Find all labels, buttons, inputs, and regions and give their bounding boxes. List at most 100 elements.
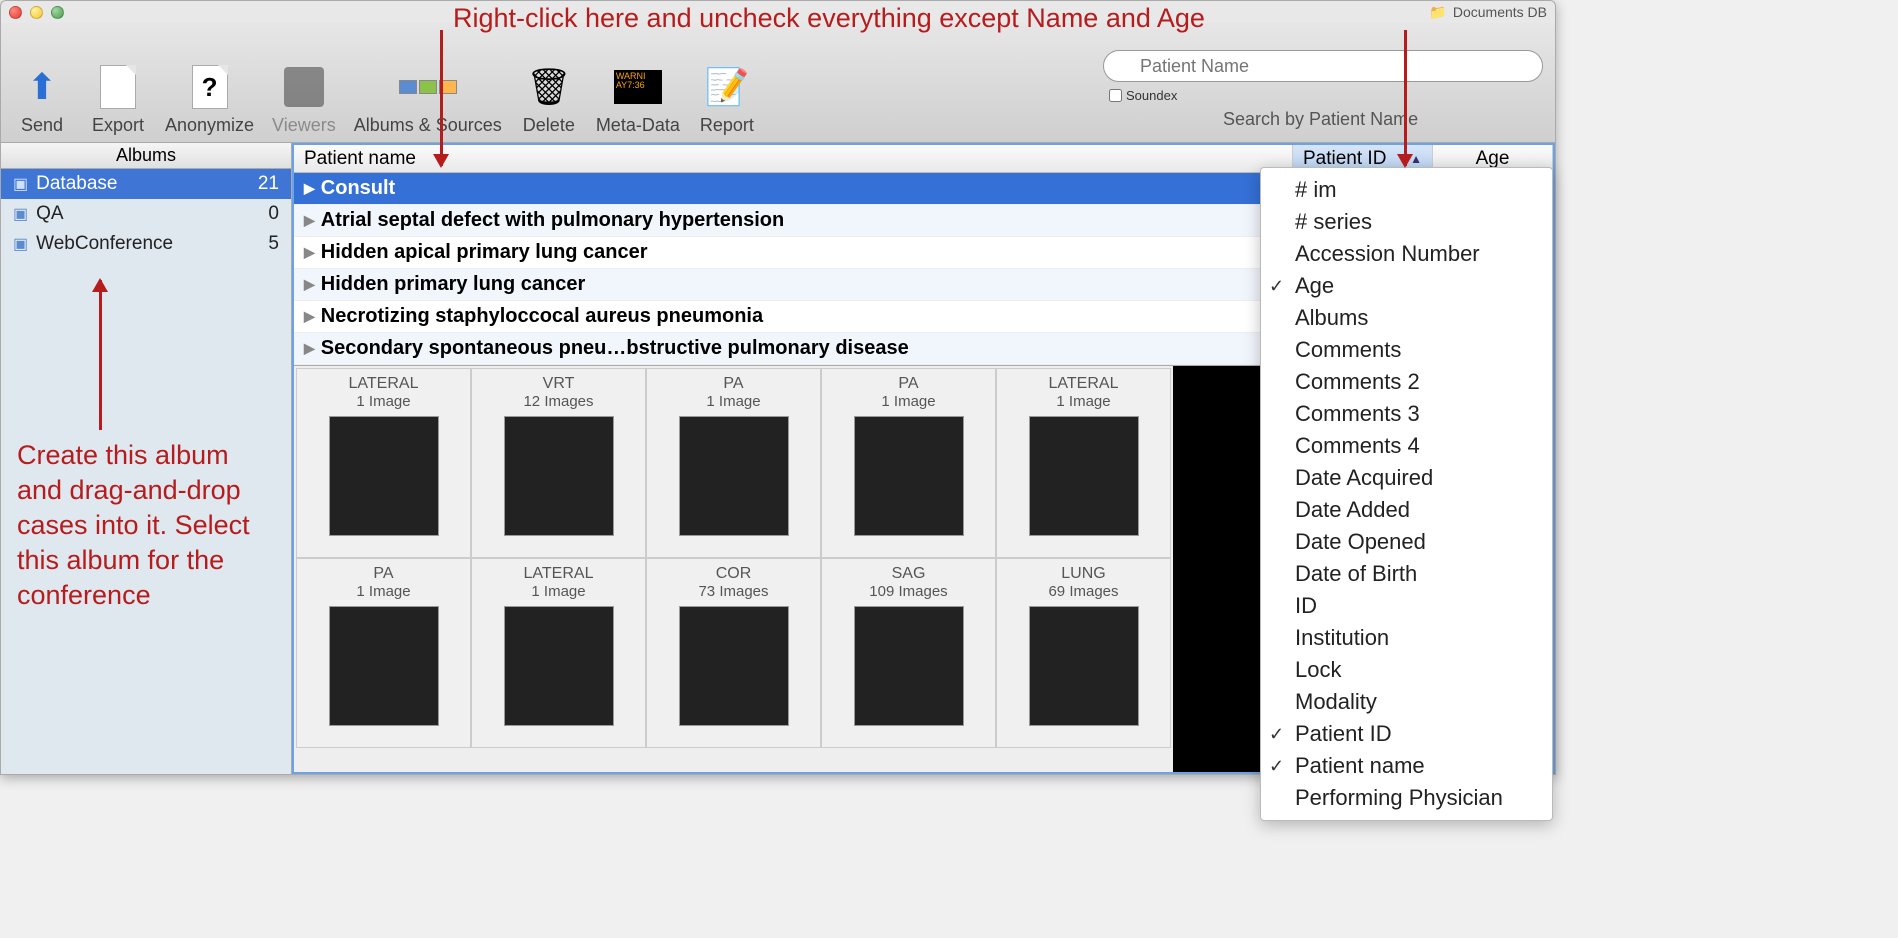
- close-window-button[interactable]: [9, 6, 22, 19]
- export-label: Export: [92, 115, 144, 136]
- metadata-button[interactable]: WARNIAY7:36 Meta-Data: [596, 63, 680, 136]
- thumb-subtitle: 1 Image: [881, 393, 935, 410]
- disclosure-icon[interactable]: ▶: [304, 340, 315, 357]
- thumb-title: LATERAL: [524, 565, 594, 583]
- thumbnail[interactable]: COR73 Images: [646, 558, 821, 748]
- albums-sources-button[interactable]: Albums & Sources: [354, 63, 502, 136]
- minimize-window-button[interactable]: [30, 6, 43, 19]
- folder-icon: ▣: [13, 234, 28, 254]
- menu-item-label: # im: [1295, 177, 1337, 203]
- menu-item-label: Accession Number: [1295, 241, 1480, 267]
- disclosure-icon[interactable]: ▶: [304, 244, 315, 261]
- thumb-title: PA: [373, 565, 393, 583]
- viewers-button[interactable]: Viewers: [272, 63, 336, 136]
- thumb-subtitle: 1 Image: [1056, 393, 1110, 410]
- menu-item-comments-2[interactable]: Comments 2: [1261, 366, 1552, 398]
- menu-item-label: Institution: [1295, 625, 1389, 651]
- viewers-label: Viewers: [272, 115, 336, 136]
- thumb-subtitle: 12 Images: [523, 393, 593, 410]
- delete-button[interactable]: 🗑 Delete: [520, 63, 578, 136]
- menu-item-lock[interactable]: Lock: [1261, 654, 1552, 686]
- albums-icon: [404, 63, 452, 111]
- thumb-image: [679, 416, 789, 536]
- soundex-checkbox[interactable]: Soundex: [1103, 88, 1177, 103]
- check-icon: ✓: [1269, 724, 1284, 745]
- question-icon: ?: [186, 63, 234, 111]
- zoom-window-button[interactable]: [51, 6, 64, 19]
- thumb-image: [1029, 606, 1139, 726]
- annotation-arrow-columns: [440, 30, 443, 166]
- menu-item-label: Date of Birth: [1295, 561, 1417, 587]
- menu-item-label: Patient ID: [1295, 721, 1392, 747]
- menu-item--im[interactable]: # im: [1261, 174, 1552, 206]
- menu-item-comments-4[interactable]: Comments 4: [1261, 430, 1552, 462]
- sidebar-item-webconference[interactable]: ▣WebConference5: [1, 229, 291, 259]
- export-button[interactable]: Export: [89, 63, 147, 136]
- disclosure-icon[interactable]: ▶: [304, 276, 315, 293]
- folder-icon: 📁: [1429, 4, 1446, 21]
- menu-item-date-opened[interactable]: Date Opened: [1261, 526, 1552, 558]
- menu-item-label: Date Added: [1295, 497, 1410, 523]
- sidebar-item-count: 21: [258, 173, 279, 195]
- menu-item-comments[interactable]: Comments: [1261, 334, 1552, 366]
- thumb-title: COR: [716, 565, 752, 583]
- thumb-title: LUNG: [1061, 565, 1105, 583]
- cell-name: ▶Secondary spontaneous pneu…bstructive p…: [294, 337, 1293, 360]
- menu-item-albums[interactable]: Albums: [1261, 302, 1552, 334]
- menu-item-label: Performing Physician: [1295, 785, 1503, 811]
- thumbnail[interactable]: LATERAL1 Image: [471, 558, 646, 748]
- sidebar-item-label: WebConference: [36, 233, 173, 255]
- search-input[interactable]: [1103, 50, 1543, 82]
- menu-item-date-acquired[interactable]: Date Acquired: [1261, 462, 1552, 494]
- thumb-title: LATERAL: [1049, 375, 1119, 393]
- sidebar-item-qa[interactable]: ▣QA0: [1, 199, 291, 229]
- thumbnail[interactable]: PA1 Image: [646, 368, 821, 558]
- menu-item-label: Comments: [1295, 337, 1401, 363]
- cell-name: ▶Necrotizing staphyloccocal aureus pneum…: [294, 305, 1293, 328]
- thumbnail[interactable]: LUNG69 Images: [996, 558, 1171, 748]
- menu-item--series[interactable]: # series: [1261, 206, 1552, 238]
- thumbnail[interactable]: LATERAL1 Image: [996, 368, 1171, 558]
- thumbnail-grid: LATERAL1 ImageVRT12 ImagesPA1 ImagePA1 I…: [294, 366, 1173, 772]
- column-context-menu[interactable]: # im # series Accession Number ✓Age Albums Co…: [1260, 167, 1553, 821]
- thumbnail[interactable]: PA1 Image: [821, 368, 996, 558]
- send-button[interactable]: ⬆ Send: [13, 63, 71, 136]
- thumbnail[interactable]: LATERAL1 Image: [296, 368, 471, 558]
- thumbnail[interactable]: PA1 Image: [296, 558, 471, 748]
- thumb-subtitle: 1 Image: [356, 583, 410, 600]
- disclosure-icon[interactable]: ▶: [304, 308, 315, 325]
- menu-item-patient-id[interactable]: ✓ Patient ID: [1261, 718, 1552, 750]
- disclosure-icon[interactable]: ▶: [304, 212, 315, 229]
- sidebar-item-database[interactable]: ▣ Database 21: [1, 169, 291, 199]
- thumb-image: [679, 606, 789, 726]
- thumbnail[interactable]: SAG109 Images: [821, 558, 996, 748]
- menu-item-patient-name[interactable]: ✓Patient name: [1261, 750, 1552, 782]
- menu-item-accession-number[interactable]: Accession Number: [1261, 238, 1552, 270]
- cell-name: ▶Consult: [294, 177, 1293, 200]
- menu-item-institution[interactable]: Institution: [1261, 622, 1552, 654]
- menu-item-age[interactable]: ✓Age: [1261, 270, 1552, 302]
- report-label: Report: [700, 115, 754, 136]
- send-label: Send: [21, 115, 63, 136]
- menu-item-id[interactable]: ID: [1261, 590, 1552, 622]
- disclosure-icon[interactable]: ▶: [304, 180, 315, 197]
- menu-item-label: Albums: [1295, 305, 1368, 331]
- report-button[interactable]: 📝 Report: [698, 63, 756, 136]
- menu-item-label: Date Acquired: [1295, 465, 1433, 491]
- menu-item-modality[interactable]: Modality: [1261, 686, 1552, 718]
- titlebar-document: 📁 Documents DB: [1429, 4, 1547, 21]
- folder-icon: ▣: [13, 174, 28, 194]
- menu-item-performing-physician[interactable]: Performing Physician: [1261, 782, 1552, 814]
- menu-item-comments-3[interactable]: Comments 3: [1261, 398, 1552, 430]
- anonymize-button[interactable]: ? Anonymize: [165, 63, 254, 136]
- menu-item-date-of-birth[interactable]: Date of Birth: [1261, 558, 1552, 590]
- thumbnail[interactable]: VRT12 Images: [471, 368, 646, 558]
- titlebar: 📁 Documents DB: [1, 1, 1555, 23]
- thumb-title: SAG: [892, 565, 926, 583]
- sidebar-item-label: QA: [36, 203, 63, 225]
- thumb-subtitle: 73 Images: [698, 583, 768, 600]
- menu-item-label: # series: [1295, 209, 1372, 235]
- menu-item-date-added[interactable]: Date Added: [1261, 494, 1552, 526]
- sidebar-item-label: Database: [36, 173, 117, 195]
- soundex-input[interactable]: [1109, 89, 1122, 102]
